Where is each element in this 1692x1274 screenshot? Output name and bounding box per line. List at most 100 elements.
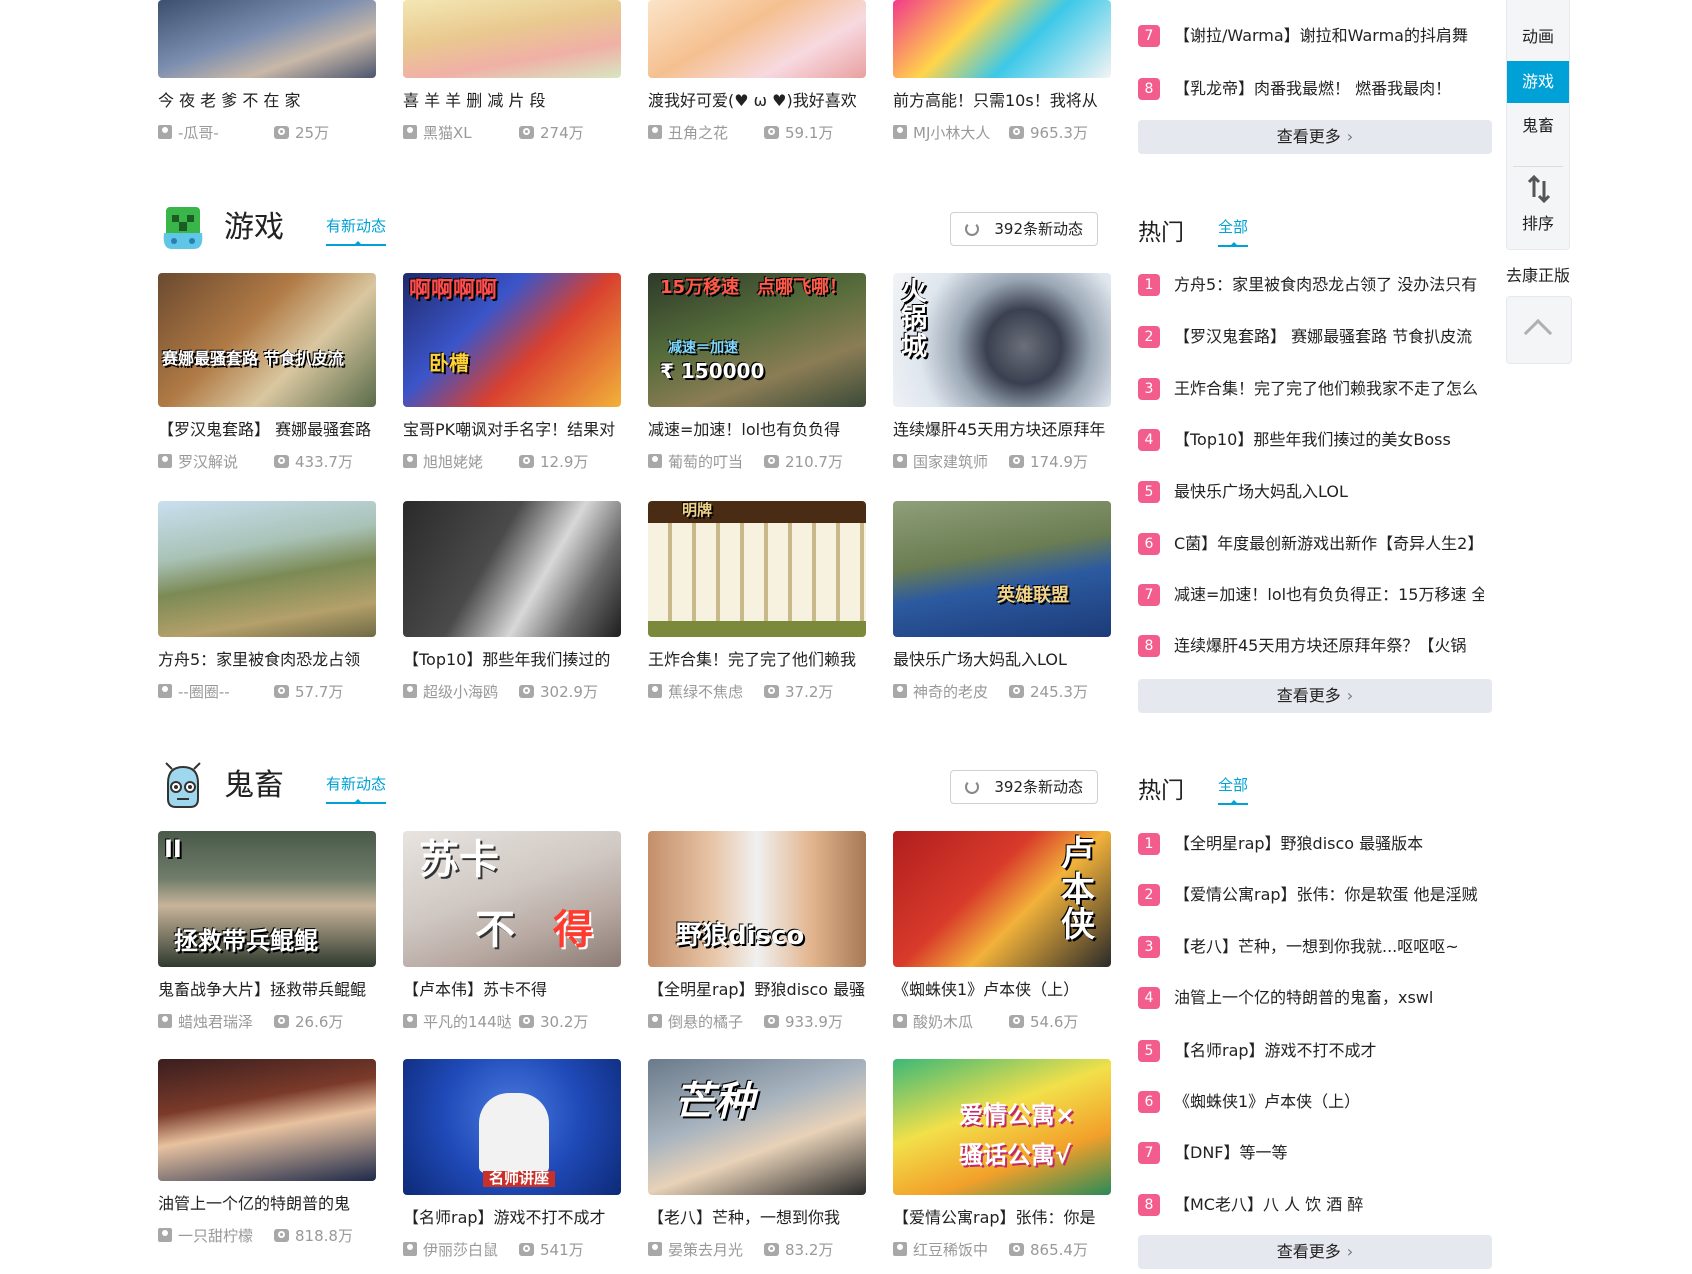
video-title[interactable]: 【名师rap】游戏不打不成才 (403, 1207, 621, 1229)
rank-title[interactable]: 【爱情公寓rap】张伟：你是软蛋 他是淫贼 (1174, 883, 1484, 907)
rank-item[interactable]: 8 【MC老八】八 人 饮 酒 醉 (1138, 1193, 1484, 1217)
video-thumbnail[interactable] (403, 501, 621, 637)
video-title[interactable]: 王炸合集！完了完了他们赖我 (648, 649, 866, 671)
video-card[interactable]: 明牌 王炸合集！完了完了他们赖我 蕉绿不焦虑 37.2万 (648, 501, 866, 701)
rank-item[interactable]: 2 【罗汉鬼套路】 赛娜最骚套路 节食扒皮流 (1138, 325, 1484, 349)
rank-title[interactable]: C菌】年度最创新游戏出新作【奇异人生2】 (1174, 532, 1484, 556)
rank-title[interactable]: 《蜘蛛侠1》卢本侠（上） (1174, 1090, 1484, 1114)
rank-item[interactable]: 1 【全明星rap】野狼disco 最骚版本 (1138, 832, 1484, 856)
uploader[interactable]: 伊丽莎白鼠 (403, 1239, 517, 1260)
uploader[interactable]: --圈圈-- (158, 681, 272, 702)
rank-all-tab[interactable]: 全部 (1218, 775, 1249, 805)
uploader[interactable]: 神奇的老皮 (893, 681, 1007, 702)
rank-title[interactable]: 【名师rap】游戏不打不成才 (1174, 1039, 1484, 1063)
video-card[interactable]: 芒种 【老八】芒种，一想到你我 晏策去月光 83.2万 (648, 1059, 866, 1259)
video-thumbnail[interactable]: II 拯救带兵鲲鲲 (158, 831, 376, 967)
video-thumbnail[interactable]: 苏卡 不 得 (403, 831, 621, 967)
rank-title[interactable]: 方舟5：家里被食肉恐龙占领了 没办法只有 (1174, 273, 1484, 297)
new-activity-tab[interactable]: 有新动态 (326, 774, 387, 804)
uploader[interactable]: 酸奶木瓜 (893, 1011, 1007, 1032)
video-thumbnail[interactable]: 15万移速 点哪飞哪！ 减速＝加速 ₹ 150000 (648, 273, 866, 407)
video-card[interactable]: 前方高能！只需10s！我将从 MJ小林大人 965.3万 (893, 0, 1111, 142)
rank-title[interactable]: 王炸合集！完了完了他们赖我家不走了怎么 (1174, 377, 1484, 401)
refresh-button[interactable]: 392条新动态 (950, 212, 1098, 246)
sort-label[interactable]: 排序 (1507, 210, 1569, 234)
video-title[interactable]: 喜 羊 羊 删 减 片 段 (403, 90, 621, 112)
video-title[interactable]: 宝哥PK嘲讽对手名字！结果对 (403, 419, 621, 441)
video-card[interactable]: 火锅城 连续爆肝45天用方块还原拜年 国家建筑师 174.9万 (893, 273, 1111, 471)
video-thumbnail[interactable] (158, 0, 376, 78)
uploader[interactable]: MJ小林大人 (893, 122, 1007, 143)
video-thumbnail[interactable]: 啊啊啊啊 卧槽 (403, 273, 621, 407)
video-thumbnail[interactable]: 火锅城 (893, 273, 1111, 407)
video-thumbnail[interactable] (648, 0, 866, 78)
video-card[interactable]: 方舟5：家里被食肉恐龙占领 --圈圈-- 57.7万 (158, 501, 376, 701)
video-thumbnail[interactable]: 明牌 (648, 501, 866, 637)
video-thumbnail[interactable] (158, 501, 376, 637)
video-title[interactable]: 【Top10】那些年我们揍过的 (403, 649, 621, 671)
rank-item[interactable]: 6 《蜘蛛侠1》卢本侠（上） (1138, 1090, 1484, 1114)
uploader[interactable]: 蜡烛君瑞泽 (158, 1011, 272, 1032)
rank-title[interactable]: 【老八】芒种，一想到你我就...呕呕呕~ (1174, 935, 1484, 959)
rank-title[interactable]: 【Top10】那些年我们揍过的美女Boss (1174, 428, 1484, 452)
uploader[interactable]: 晏策去月光 (648, 1239, 762, 1260)
video-thumbnail[interactable]: 野狼disco (648, 831, 866, 967)
video-card[interactable]: 名师讲座 【名师rap】游戏不打不成才 伊丽莎白鼠 541万 (403, 1059, 621, 1259)
video-card[interactable]: 【Top10】那些年我们揍过的 超级小海鸥 302.9万 (403, 501, 621, 701)
rank-title[interactable]: 【乳龙帝】肉番我最燃！ 燃番我最肉！ (1174, 77, 1484, 101)
nav-item-kichiku[interactable]: 鬼畜 (1507, 105, 1569, 147)
back-to-top-button[interactable] (1506, 296, 1572, 364)
rank-item[interactable]: 1 方舟5：家里被食肉恐龙占领了 没办法只有 (1138, 273, 1484, 297)
nav-item-anime[interactable]: 动画 (1507, 16, 1569, 58)
rank-item[interactable]: 5 最快乐广场大妈乱入LOL (1138, 480, 1484, 504)
video-title[interactable]: 【罗汉鬼套路】 赛娜最骚套路 (158, 419, 376, 441)
uploader[interactable]: 葡萄的叮当 (648, 451, 762, 472)
video-card[interactable]: 赛娜最骚套路 节食扒皮流 【罗汉鬼套路】 赛娜最骚套路 罗汉解说 433.7万 (158, 273, 376, 471)
rank-title[interactable]: 连续爆肝45天用方块还原拜年祭？【火锅 (1174, 634, 1484, 658)
uploader[interactable]: 一只甜柠檬 (158, 1225, 272, 1246)
refresh-button[interactable]: 392条新动态 (950, 770, 1098, 804)
uploader[interactable]: 国家建筑师 (893, 451, 1007, 472)
rank-item[interactable]: 4 油管上一个亿的特朗普的鬼畜，xswl (1138, 986, 1484, 1010)
video-thumbnail[interactable] (158, 1059, 376, 1181)
rank-title[interactable]: 【MC老八】八 人 饮 酒 醉 (1174, 1193, 1484, 1217)
genuine-link[interactable]: 去康正版 (1506, 262, 1576, 286)
uploader[interactable]: 罗汉解说 (158, 451, 272, 472)
video-card[interactable]: 15万移速 点哪飞哪！ 减速＝加速 ₹ 150000 减速=加速！lol也有负负… (648, 273, 866, 471)
nav-item-game[interactable]: 游戏 (1507, 61, 1569, 103)
video-thumbnail[interactable] (893, 0, 1111, 78)
video-title[interactable]: 今 夜 老 爹 不 在 家 (158, 90, 376, 112)
rank-title[interactable]: 最快乐广场大妈乱入LOL (1174, 480, 1484, 504)
video-title[interactable]: 油管上一个亿的特朗普的鬼 (158, 1193, 376, 1215)
uploader[interactable]: 平凡的144哒 (403, 1011, 517, 1032)
video-title[interactable]: 【卢本伟】苏卡不得 (403, 979, 621, 1001)
uploader[interactable]: -瓜哥- (158, 122, 272, 143)
rank-item[interactable]: 2 【爱情公寓rap】张伟：你是软蛋 他是淫贼 (1138, 883, 1484, 907)
video-title[interactable]: 鬼畜战争大片】拯救带兵鲲鲲 (158, 979, 376, 1001)
video-thumbnail[interactable]: 芒种 (648, 1059, 866, 1195)
rank-item[interactable]: 7 【谢拉/Warma】谢拉和Warma的抖肩舞 (1138, 24, 1484, 48)
uploader[interactable]: 黑猫XL (403, 122, 517, 143)
video-card[interactable]: II 拯救带兵鲲鲲 鬼畜战争大片】拯救带兵鲲鲲 蜡烛君瑞泽 26.6万 (158, 831, 376, 1031)
video-card[interactable]: 喜 羊 羊 删 减 片 段 黑猫XL 274万 (403, 0, 621, 142)
rank-item[interactable]: 6 C菌】年度最创新游戏出新作【奇异人生2】 (1138, 532, 1484, 556)
video-title[interactable]: 方舟5：家里被食肉恐龙占领 (158, 649, 376, 671)
rank-item[interactable]: 8 【乳龙帝】肉番我最燃！ 燃番我最肉！ (1138, 77, 1484, 101)
uploader[interactable]: 蕉绿不焦虑 (648, 681, 762, 702)
video-title[interactable]: 【全明星rap】野狼disco 最骚 (648, 979, 866, 1001)
video-title[interactable]: 《蜘蛛侠1》卢本侠（上） (893, 979, 1111, 1001)
rank-title[interactable]: 油管上一个亿的特朗普的鬼畜，xswl (1174, 986, 1484, 1010)
rank-all-tab[interactable]: 全部 (1218, 217, 1249, 247)
video-card[interactable]: 渡我好可爱(♥ ω ♥)我好喜欢 丑角之花 59.1万 (648, 0, 866, 142)
video-title[interactable]: 渡我好可爱(♥ ω ♥)我好喜欢 (648, 90, 866, 112)
video-card[interactable]: 野狼disco 【全明星rap】野狼disco 最骚 倒悬的橘子 933.9万 (648, 831, 866, 1031)
rank-title[interactable]: 【罗汉鬼套路】 赛娜最骚套路 节食扒皮流 (1174, 325, 1484, 349)
rank-item[interactable]: 7 减速=加速！lol也有负负得正：15万移速 全 (1138, 583, 1484, 607)
uploader[interactable]: 旭旭姥姥 (403, 451, 517, 472)
video-title[interactable]: 【老八】芒种，一想到你我 (648, 1207, 866, 1229)
video-card[interactable]: 啊啊啊啊 卧槽 宝哥PK嘲讽对手名字！结果对 旭旭姥姥 12.9万 (403, 273, 621, 471)
video-title[interactable]: 【爱情公寓rap】张伟：你是 (893, 1207, 1111, 1229)
video-title[interactable]: 连续爆肝45天用方块还原拜年 (893, 419, 1111, 441)
video-thumbnail[interactable]: 名师讲座 (403, 1059, 621, 1195)
new-activity-tab[interactable]: 有新动态 (326, 216, 387, 246)
